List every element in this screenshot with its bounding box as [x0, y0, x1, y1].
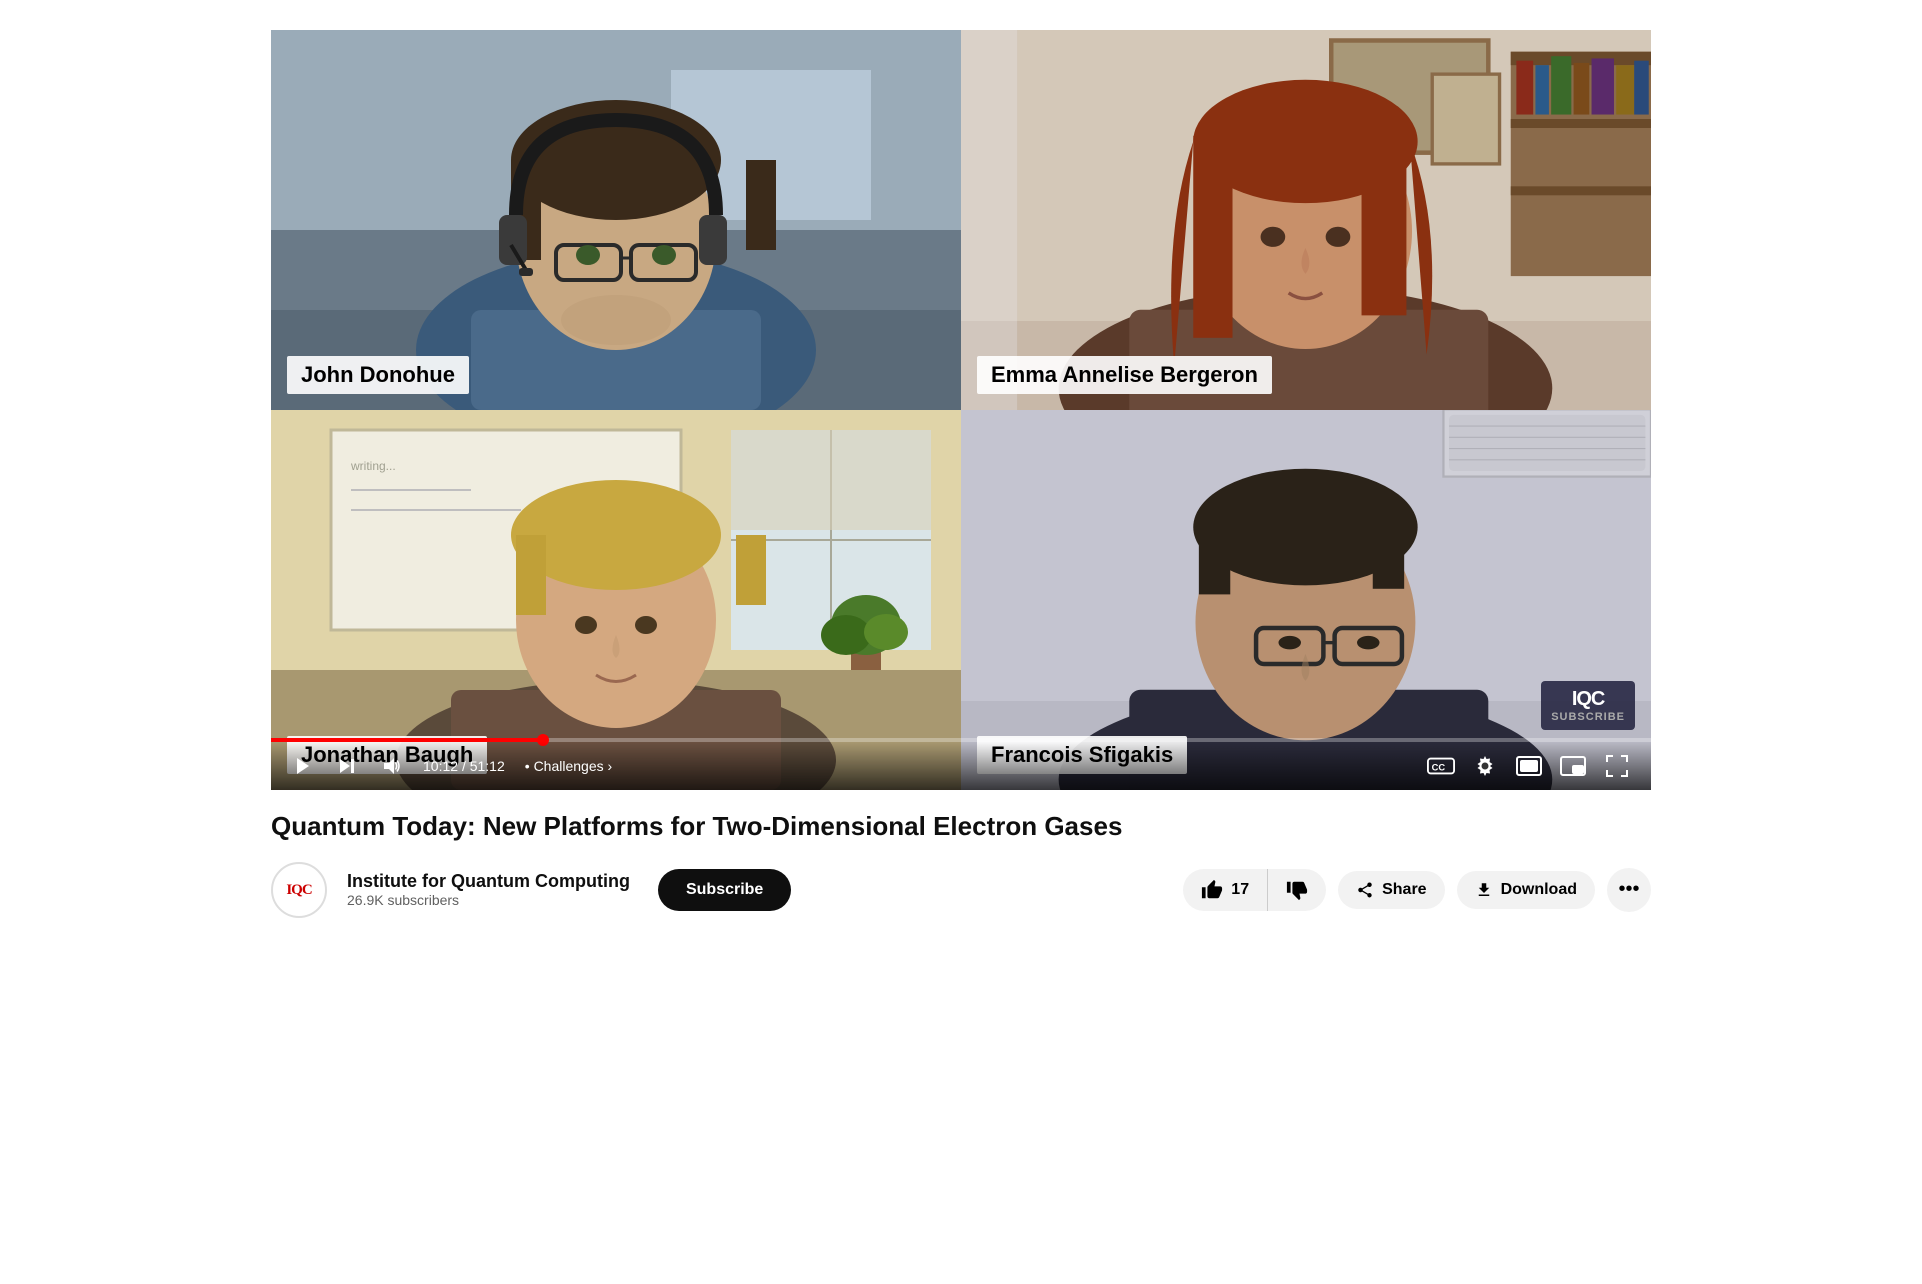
like-count: 17 [1231, 881, 1249, 899]
action-buttons: 17 Share Download [1183, 868, 1651, 912]
miniplayer-button[interactable] [1555, 748, 1591, 784]
participant-cell-2: Emma Annelise Bergeron [961, 30, 1651, 410]
more-options-button[interactable]: ••• [1607, 868, 1651, 912]
svg-text:CC: CC [1432, 763, 1446, 773]
download-button[interactable]: Download [1457, 871, 1595, 909]
channel-logo-text: IQC [286, 881, 311, 899]
settings-button[interactable] [1467, 748, 1503, 784]
video-grid: John Donohue [271, 30, 1651, 790]
watermark-subscribe-text: SUBSCRIBE [1551, 711, 1625, 724]
participant-name-1: John Donohue [287, 356, 469, 394]
fullscreen-button[interactable] [1599, 748, 1635, 784]
like-dislike-group: 17 [1183, 869, 1326, 911]
video-info: Quantum Today: New Platforms for Two-Dim… [271, 790, 1651, 928]
channel-row: IQC Institute for Quantum Computing 26.9… [271, 862, 1651, 918]
chapter-label[interactable]: • Challenges › [525, 758, 612, 774]
channel-subscribers: 26.9K subscribers [347, 892, 630, 908]
video-title: Quantum Today: New Platforms for Two-Dim… [271, 810, 1651, 844]
channel-info: Institute for Quantum Computing 26.9K su… [347, 871, 630, 908]
share-button[interactable]: Share [1338, 871, 1444, 909]
volume-button[interactable] [375, 750, 407, 782]
more-options-icon: ••• [1618, 878, 1639, 901]
time-display: 10:12 / 51:12 [423, 758, 505, 774]
subscribe-button[interactable]: Subscribe [658, 869, 791, 911]
theater-button[interactable] [1511, 748, 1547, 784]
channel-name[interactable]: Institute for Quantum Computing [347, 871, 630, 892]
participant-cell-4: IQC SUBSCRIBE Francois Sfigakis [961, 410, 1651, 790]
controls-bar: 10:12 / 51:12 • Challenges › CC [271, 742, 1651, 790]
iqc-logo-text: IQC [1572, 687, 1605, 711]
controls-right: CC [1423, 748, 1635, 784]
next-button[interactable] [331, 750, 363, 782]
participant-cell-1: John Donohue [271, 30, 961, 410]
participant-name-2: Emma Annelise Bergeron [977, 356, 1272, 394]
like-button[interactable]: 17 [1183, 869, 1268, 911]
channel-logo[interactable]: IQC [271, 862, 327, 918]
participant-cell-3: writing... [271, 410, 961, 790]
svg-text:writing...: writing... [350, 459, 396, 473]
play-pause-button[interactable] [287, 750, 319, 782]
dislike-button[interactable] [1268, 869, 1326, 911]
iqc-watermark: IQC SUBSCRIBE [1541, 681, 1635, 730]
cc-button[interactable]: CC [1423, 748, 1459, 784]
video-player: John Donohue [271, 30, 1651, 790]
